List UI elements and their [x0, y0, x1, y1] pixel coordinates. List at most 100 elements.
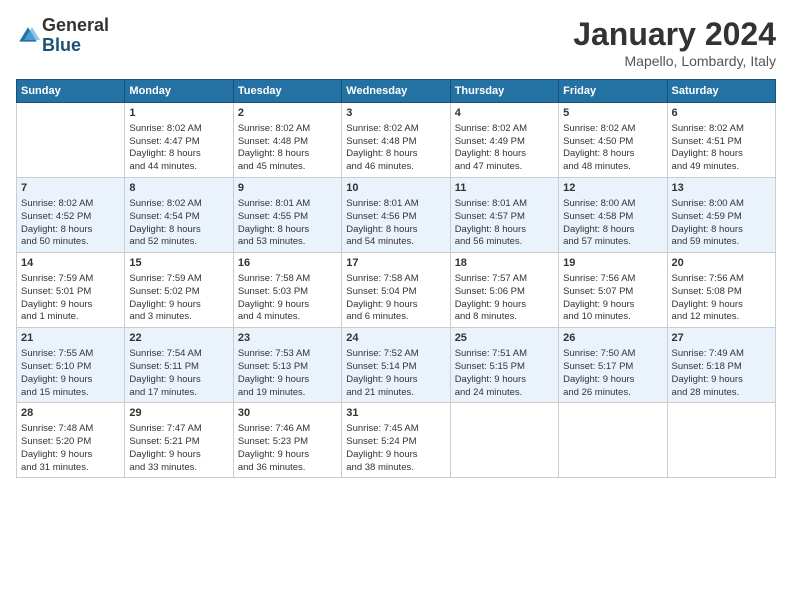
cell-line: Sunset: 4:52 PM [21, 211, 91, 222]
cell-content: 4Sunrise: 8:02 AMSunset: 4:49 PMDaylight… [455, 106, 554, 174]
calendar-cell: 16Sunrise: 7:58 AMSunset: 5:03 PMDayligh… [233, 253, 341, 328]
cell-line: Sunrise: 7:54 AM [129, 348, 201, 359]
cell-content: 17Sunrise: 7:58 AMSunset: 5:04 PMDayligh… [346, 256, 445, 324]
day-number: 14 [21, 256, 120, 271]
cell-line: Sunrise: 7:51 AM [455, 348, 527, 359]
cell-content: 9Sunrise: 8:01 AMSunset: 4:55 PMDaylight… [238, 181, 337, 249]
cell-line: Sunrise: 7:56 AM [563, 273, 635, 284]
day-number: 8 [129, 181, 228, 196]
cell-line: Sunset: 5:01 PM [21, 286, 91, 297]
cell-line: Daylight: 8 hours [129, 148, 200, 159]
cell-line: and 54 minutes. [346, 236, 414, 247]
cell-line: Sunset: 4:58 PM [563, 211, 633, 222]
cell-line: and 49 minutes. [672, 161, 740, 172]
cell-content: 23Sunrise: 7:53 AMSunset: 5:13 PMDayligh… [238, 331, 337, 399]
cell-line: Daylight: 9 hours [455, 299, 526, 310]
title-section: January 2024 Mapello, Lombardy, Italy [573, 16, 776, 69]
day-number: 24 [346, 331, 445, 346]
cell-line: Sunrise: 7:45 AM [346, 423, 418, 434]
cell-line: Sunset: 5:14 PM [346, 361, 416, 372]
calendar-cell: 24 Sunrise: 7:52 AM Sunset: 5:14 PM Dayligh… [342, 328, 450, 403]
calendar-cell: 12Sunrise: 8:00 AMSunset: 4:58 PMDayligh… [559, 178, 667, 253]
cell-line: Daylight: 9 hours [21, 449, 92, 460]
cell-line: and 19 minutes. [238, 387, 306, 398]
cell-line: Sunrise: 8:00 AM [672, 198, 744, 209]
cell-line: and 53 minutes. [238, 236, 306, 247]
calendar-cell: 31Sunrise: 7:45 AMSunset: 5:24 PMDayligh… [342, 403, 450, 478]
cell-line: and 10 minutes. [563, 311, 631, 322]
cell-content: 2Sunrise: 8:02 AMSunset: 4:48 PMDaylight… [238, 106, 337, 174]
calendar-cell: 21Sunrise: 7:55 AMSunset: 5:10 PMDayligh… [17, 328, 125, 403]
week-row-4: 28Sunrise: 7:48 AMSunset: 5:20 PMDayligh… [17, 403, 776, 478]
cell-line: and 44 minutes. [129, 161, 197, 172]
cell-line: Sunrise: 7:48 AM [21, 423, 93, 434]
location: Mapello, Lombardy, Italy [573, 53, 776, 69]
cell-line: and 46 minutes. [346, 161, 414, 172]
cell-line: and 8 minutes. [455, 311, 517, 322]
cell-content: 31Sunrise: 7:45 AMSunset: 5:24 PMDayligh… [346, 406, 445, 474]
cell-line: Sunset: 5:10 PM [21, 361, 91, 372]
cell-line: Sunset: 5:02 PM [129, 286, 199, 297]
page: General Blue January 2024 Mapello, Lomba… [0, 0, 792, 612]
cell-line: Sunrise: 8:01 AM [346, 198, 418, 209]
calendar-cell: 22Sunrise: 7:54 AMSunset: 5:11 PMDayligh… [125, 328, 233, 403]
cell-line: Sunrise: 7:52 AM [346, 348, 418, 359]
cell-line: Sunset: 5:18 PM [672, 361, 742, 372]
cell-line: Sunset: 5:23 PM [238, 436, 308, 447]
col-wednesday: Wednesday [342, 80, 450, 103]
calendar-cell: 7Sunrise: 8:02 AMSunset: 4:52 PMDaylight… [17, 178, 125, 253]
cell-line: and 57 minutes. [563, 236, 631, 247]
cell-line: Sunrise: 7:59 AM [21, 273, 93, 284]
calendar-cell: 3Sunrise: 8:02 AMSunset: 4:48 PMDaylight… [342, 103, 450, 178]
logo: General Blue [16, 16, 109, 56]
calendar-cell [450, 403, 558, 478]
cell-content: 27Sunrise: 7:49 AMSunset: 5:18 PMDayligh… [672, 331, 771, 399]
day-number: 6 [672, 106, 771, 121]
cell-content: 14Sunrise: 7:59 AMSunset: 5:01 PMDayligh… [21, 256, 120, 324]
day-number: 5 [563, 106, 662, 121]
cell-line: Sunset: 5:03 PM [238, 286, 308, 297]
cell-line: and 47 minutes. [455, 161, 523, 172]
day-number: 16 [238, 256, 337, 271]
col-friday: Friday [559, 80, 667, 103]
cell-line: Sunrise: 8:02 AM [563, 123, 635, 134]
cell-content: 12Sunrise: 8:00 AMSunset: 4:58 PMDayligh… [563, 181, 662, 249]
cell-line: Daylight: 9 hours [346, 374, 417, 385]
cell-line: Sunrise: 7:53 AM [238, 348, 310, 359]
cell-line: Sunset: 5:08 PM [672, 286, 742, 297]
calendar-cell [667, 403, 775, 478]
cell-line: Sunset: 5:20 PM [21, 436, 91, 447]
header-row: Sunday Monday Tuesday Wednesday Thursday… [17, 80, 776, 103]
cell-line: Sunset: 4:51 PM [672, 136, 742, 147]
cell-line: Sunrise: 8:01 AM [455, 198, 527, 209]
day-number: 12 [563, 181, 662, 196]
day-number: 31 [346, 406, 445, 421]
calendar-cell: 4Sunrise: 8:02 AMSunset: 4:49 PMDaylight… [450, 103, 558, 178]
logo-blue: Blue [42, 36, 109, 56]
cell-line: Sunrise: 7:58 AM [238, 273, 310, 284]
calendar-cell: 18Sunrise: 7:57 AMSunset: 5:06 PMDayligh… [450, 253, 558, 328]
day-number: 15 [129, 256, 228, 271]
cell-line: Daylight: 8 hours [238, 224, 309, 235]
cell-content: 16Sunrise: 7:58 AMSunset: 5:03 PMDayligh… [238, 256, 337, 324]
cell-line: Daylight: 9 hours [455, 374, 526, 385]
calendar-cell: 1Sunrise: 8:02 AMSunset: 4:47 PMDaylight… [125, 103, 233, 178]
day-number: 18 [455, 256, 554, 271]
day-number: 1 [129, 106, 228, 121]
cell-line: Sunset: 5:24 PM [346, 436, 416, 447]
calendar-cell: 11Sunrise: 8:01 AMSunset: 4:57 PMDayligh… [450, 178, 558, 253]
cell-content: 7Sunrise: 8:02 AMSunset: 4:52 PMDaylight… [21, 181, 120, 249]
calendar-cell: 26Sunrise: 7:50 AMSunset: 5:17 PMDayligh… [559, 328, 667, 403]
cell-line: and 28 minutes. [672, 387, 740, 398]
day-number: 22 [129, 331, 228, 346]
cell-content: 25Sunrise: 7:51 AMSunset: 5:15 PMDayligh… [455, 331, 554, 399]
day-number: 3 [346, 106, 445, 121]
calendar-cell: 10Sunrise: 8:01 AMSunset: 4:56 PMDayligh… [342, 178, 450, 253]
calendar-cell: 28Sunrise: 7:48 AMSunset: 5:20 PMDayligh… [17, 403, 125, 478]
cell-line: and 3 minutes. [129, 311, 191, 322]
cell-line: Daylight: 9 hours [21, 374, 92, 385]
cell-line: and 48 minutes. [563, 161, 631, 172]
cell-line: and 24 minutes. [455, 387, 523, 398]
day-number: 19 [563, 256, 662, 271]
cell-content: 1Sunrise: 8:02 AMSunset: 4:47 PMDaylight… [129, 106, 228, 174]
